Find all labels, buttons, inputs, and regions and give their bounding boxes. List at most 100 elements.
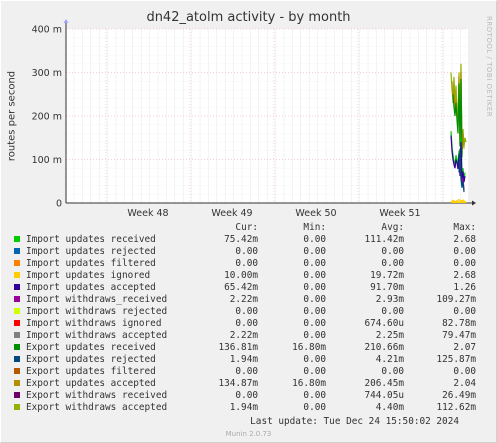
y-tick-label: 0: [56, 199, 62, 210]
legend-min-value: 0.00: [303, 246, 326, 257]
legend-max-value: 0.00: [453, 258, 476, 269]
x-tick-label: Week 51: [379, 208, 420, 219]
legend-min-value: 0.00: [303, 366, 326, 377]
legend-max-value: 0.00: [453, 246, 476, 257]
legend-avg-value: 91.70m: [370, 282, 404, 293]
legend-cur-value: 0.00: [235, 306, 258, 317]
legend-series-name: Import withdraws ignored: [26, 318, 162, 329]
legend-avg-value: 4.21m: [375, 354, 404, 365]
legend-cur-value: 2.22m: [229, 330, 258, 341]
x-axis-arrow: [472, 200, 476, 206]
legend-swatch: [14, 392, 20, 398]
legend-min-value: 16.80m: [292, 378, 326, 389]
legend-cur-value: 75.42m: [224, 234, 258, 245]
legend-max-value: 1.26: [453, 282, 476, 293]
legend-series-name: Export withdraws accepted: [26, 402, 168, 413]
legend-row: Export updates accepted 134.87m 16.80m 206.…: [0, 378, 497, 390]
legend-min-value: 0.00: [303, 234, 326, 245]
legend-cur-value: 1.94m: [229, 402, 258, 413]
legend-swatch: [14, 380, 20, 386]
legend-max-value: 109.27m: [436, 294, 476, 305]
y-tick-label: 400 m: [32, 25, 62, 36]
legend-max-value: 2.68: [453, 234, 476, 245]
legend-min-value: 0.00: [303, 354, 326, 365]
munin-version: Munin 2.0.73: [225, 430, 272, 438]
legend-min-value: 0.00: [303, 258, 326, 269]
legend-cur-value: 0.00: [235, 246, 258, 257]
series-baseline-band: [451, 201, 466, 203]
legend-min-value: 0.00: [303, 282, 326, 293]
legend-min-value: 0.00: [303, 306, 326, 317]
legend-max-value: 2.68: [453, 270, 476, 281]
legend-row: Import withdraws ignored 0.00 0.00 674.60u 8…: [0, 318, 497, 330]
legend-cur-value: 65.42m: [224, 282, 258, 293]
legend-cur-value: 0.00: [235, 318, 258, 329]
legend-swatch: [14, 356, 20, 362]
plot-area: 0 100 m 200 m 300 m 400 m Week 48 Week 49 Week …: [32, 19, 476, 219]
legend-series-name: Import updates received: [26, 234, 156, 245]
legend-series-name: Import withdraws_received: [26, 294, 168, 305]
legend-avg-value: 0.00: [381, 246, 404, 257]
legend-avg-value: 0.00: [381, 258, 404, 269]
legend-max-value: 112.62m: [436, 402, 476, 413]
legend-series-name: Import updates accepted: [26, 282, 156, 293]
x-tick-label: Week 48: [127, 208, 168, 219]
y-tick-label: 200 m: [32, 112, 62, 123]
legend-cur-value: 134.87m: [218, 378, 258, 389]
legend-min-value: 0.00: [303, 402, 326, 413]
legend-series-name: Export withdraws received: [26, 390, 168, 401]
legend-avg-value: 111.42m: [364, 234, 404, 245]
legend-row: Export updates filtered 0.00 0.00 0.00 0.00: [0, 366, 497, 378]
legend-series-name: Export updates accepted: [26, 378, 156, 389]
y-axis-arrow: [63, 19, 69, 23]
legend-avg-value: 0.00: [381, 306, 404, 317]
legend-avg-value: 0.00: [381, 366, 404, 377]
legend-min-value: 0.00: [303, 318, 326, 329]
legend-series-name: Import withdraws accepted: [26, 330, 168, 341]
legend-swatch: [14, 404, 20, 410]
legend-min-value: 0.00: [303, 330, 326, 341]
legend-swatch: [14, 368, 20, 374]
last-update: Last update: Tue Dec 24 15:50:02 2024: [250, 416, 459, 427]
legend-row: Import updates rejected 0.00 0.00 0.00 0.00: [0, 246, 497, 258]
legend-row: Import withdraws rejected 0.00 0.00 0.00 0.0…: [0, 306, 497, 318]
legend-min-value: 0.00: [303, 294, 326, 305]
legend-row: Import updates accepted 65.42m 0.00 91.70m 1…: [0, 282, 497, 294]
legend-series-name: Export updates rejected: [26, 354, 156, 365]
legend-cur-value: 0.00: [235, 258, 258, 269]
legend-row: Export updates received 136.81m 16.80m 210.…: [0, 342, 497, 354]
legend-row: Import updates filtered 0.00 0.00 0.00 0.00: [0, 258, 497, 270]
legend-avg-value: 210.66m: [364, 342, 404, 353]
legend-avg-value: 744.05u: [364, 390, 404, 401]
legend-avg-value: 206.45m: [364, 378, 404, 389]
legend-avg-value: 2.25m: [375, 330, 404, 341]
legend-row: Import withdraws_received 2.22m 0.00 2.93m 1…: [0, 294, 497, 306]
legend-min-value: 16.80m: [292, 342, 326, 353]
legend-header-max: Max:: [453, 222, 476, 233]
x-tick-label: Week 50: [295, 208, 336, 219]
legend-swatch: [14, 332, 20, 338]
legend-series-name: Import updates ignored: [26, 270, 151, 281]
legend-max-value: 82.78m: [442, 318, 476, 329]
x-tick-label: Week 49: [211, 208, 252, 219]
legend-avg-value: 19.72m: [370, 270, 404, 281]
legend-row: Import withdraws accepted 2.22m 0.00 2.25m 7…: [0, 330, 497, 342]
legend-row: Export withdraws received 0.00 0.00 744.05u…: [0, 390, 497, 402]
legend-avg-value: 4.40m: [375, 402, 404, 413]
legend-header-cur: Cur:: [235, 222, 258, 233]
legend-avg-value: 674.60u: [364, 318, 404, 329]
legend-cur-value: 0.00: [235, 366, 258, 377]
legend-header: Cur: Min: Avg: Max:: [0, 222, 497, 234]
legend-series-name: Import withdraws rejected: [26, 306, 168, 317]
legend-max-value: 0.00: [453, 366, 476, 377]
legend-max-value: 2.04: [453, 378, 476, 389]
legend-cur-value: 136.81m: [218, 342, 258, 353]
legend-swatch: [14, 296, 20, 302]
legend-swatch: [14, 308, 20, 314]
legend-cur-value: 2.22m: [229, 294, 258, 305]
legend-max-value: 79.47m: [442, 330, 476, 341]
legend-cur-value: 1.94m: [229, 354, 258, 365]
legend-max-value: 0.00: [453, 306, 476, 317]
legend-min-value: 0.00: [303, 390, 326, 401]
legend-series-name: Export updates filtered: [26, 366, 156, 377]
